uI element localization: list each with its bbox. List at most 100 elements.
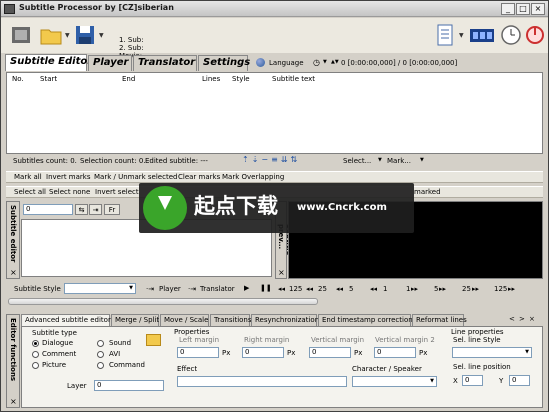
- grid-tools-icons[interactable]: ⇡⇣−≡⇊⇅: [242, 155, 300, 164]
- step-forward-25[interactable]: 25: [462, 285, 471, 293]
- translator-icon[interactable]: ·⇥: [188, 285, 196, 293]
- save-dropdown-icon[interactable]: ▼: [99, 32, 104, 39]
- type-avi-radio[interactable]: [97, 351, 104, 358]
- close-button[interactable]: ×: [531, 3, 545, 15]
- player-button[interactable]: Player: [159, 285, 181, 293]
- step-forward-125-icon[interactable]: ▸▸: [508, 285, 515, 293]
- open-folder-icon[interactable]: [39, 23, 63, 47]
- step-back-125-icon[interactable]: ◂◂: [278, 285, 285, 293]
- position-x-input[interactable]: 0: [462, 375, 483, 386]
- step-forward-5-icon[interactable]: ▸▸: [439, 285, 446, 293]
- left-margin-input[interactable]: 0: [177, 347, 219, 358]
- list-dropdown-icon[interactable]: ▼: [459, 32, 464, 39]
- subtitle-grid[interactable]: No. Start End Lines Style Subtitle text: [6, 72, 543, 154]
- type-command-radio[interactable]: [97, 362, 104, 369]
- maximize-button[interactable]: □: [516, 3, 530, 15]
- type-comment-radio[interactable]: [32, 351, 39, 358]
- fr-button[interactable]: Fr: [104, 204, 120, 215]
- step-back-25[interactable]: 25: [318, 285, 327, 293]
- timeline-scrollbar[interactable]: [6, 297, 543, 307]
- mark-unmark-selected-button[interactable]: Mark / Unmark selected: [94, 173, 177, 181]
- select-dropdown-icon[interactable]: ▼: [378, 157, 382, 163]
- select-none-button[interactable]: Select none: [49, 188, 90, 196]
- tabs-close-icon[interactable]: ×: [529, 315, 535, 323]
- tab-settings[interactable]: Settings: [198, 55, 250, 71]
- tab-subtitle-editor[interactable]: Subtitle Editor: [5, 54, 92, 71]
- step-forward-1-icon[interactable]: ▸▸: [411, 285, 418, 293]
- power-icon[interactable]: [523, 23, 547, 47]
- step-back-1[interactable]: 1: [383, 285, 387, 293]
- position-y-input[interactable]: 0: [509, 375, 530, 386]
- frame-forward-icon[interactable]: ⇥: [89, 204, 102, 215]
- subtitle-style-select[interactable]: ▼: [64, 283, 136, 294]
- tab-end-timestamp-corrections[interactable]: End timestamp corrections: [318, 314, 416, 326]
- layer-input[interactable]: 0: [94, 380, 164, 391]
- tab-translator[interactable]: Translator: [133, 55, 197, 71]
- tab-reformat-lines[interactable]: Reformat lines: [412, 314, 467, 326]
- mark-overlapping-button[interactable]: Mark Overlapping: [222, 173, 284, 181]
- col-end[interactable]: End: [122, 73, 135, 85]
- step-back-125[interactable]: 125: [289, 285, 302, 293]
- step-back-5-icon[interactable]: ◂◂: [336, 285, 343, 293]
- close-functions-icon[interactable]: ×: [10, 397, 17, 406]
- open-dropdown-icon[interactable]: ▼: [65, 32, 70, 39]
- close-editor-icon[interactable]: ×: [10, 268, 17, 277]
- step-forward-1[interactable]: 1: [406, 285, 410, 293]
- invert-marks-button[interactable]: Invert marks: [46, 173, 91, 181]
- effect-input[interactable]: [177, 376, 347, 387]
- tab-advanced-subtitle-editor[interactable]: Advanced subtitle editor: [21, 314, 111, 326]
- frame-back-icon[interactable]: ⇆: [75, 204, 88, 215]
- clock-icon[interactable]: [499, 23, 523, 47]
- close-preview-icon[interactable]: ×: [278, 268, 285, 277]
- step-back-1-icon[interactable]: ◂◂: [370, 285, 377, 293]
- vertical-margin-input[interactable]: 0: [309, 347, 351, 358]
- film-strip-icon[interactable]: [469, 23, 495, 47]
- mark-menu[interactable]: Mark...: [387, 157, 411, 165]
- mark-dropdown-icon[interactable]: ▼: [420, 157, 424, 163]
- player-icon[interactable]: ·⇥: [146, 285, 154, 293]
- mark-all-button[interactable]: Mark all: [14, 173, 42, 181]
- pause-icon[interactable]: ❚❚: [260, 284, 272, 292]
- col-subtitle-text[interactable]: Subtitle text: [272, 73, 315, 85]
- language-button[interactable]: Language: [269, 59, 304, 67]
- tab-player[interactable]: Player: [88, 55, 132, 71]
- timer-dropdown-icon[interactable]: ▼: [323, 59, 327, 65]
- tab-scroll-right-icon[interactable]: >: [519, 315, 525, 323]
- tools-icon[interactable]: [9, 23, 33, 47]
- tab-resynchronization[interactable]: Resynchronization: [251, 314, 319, 326]
- timer-icon[interactable]: ◷: [313, 58, 320, 67]
- step-back-25-icon[interactable]: ◂◂: [306, 285, 313, 293]
- open-picture-icon[interactable]: [146, 334, 161, 346]
- right-margin-input[interactable]: 0: [242, 347, 284, 358]
- minimize-button[interactable]: _: [501, 3, 515, 15]
- save-icon[interactable]: [73, 23, 97, 47]
- invert-select-button[interactable]: Invert select: [95, 188, 139, 196]
- type-sound-radio[interactable]: [97, 340, 104, 347]
- step-forward-125[interactable]: 125: [494, 285, 507, 293]
- col-style[interactable]: Style: [232, 73, 250, 85]
- play-icon[interactable]: ▶: [244, 284, 249, 292]
- step-forward-5[interactable]: 5: [434, 285, 438, 293]
- select-all-button[interactable]: Select all: [14, 188, 46, 196]
- type-picture-radio[interactable]: [32, 362, 39, 369]
- vertical-margin2-input[interactable]: 0: [374, 347, 416, 358]
- select-menu[interactable]: Select...: [343, 157, 371, 165]
- col-lines[interactable]: Lines: [202, 73, 220, 85]
- frame-input[interactable]: 0: [23, 204, 73, 215]
- document-list-icon[interactable]: [433, 23, 457, 47]
- type-dialogue-radio[interactable]: [32, 340, 39, 347]
- timeline-scroll-thumb[interactable]: [8, 298, 318, 305]
- translator-button[interactable]: Translator: [200, 285, 235, 293]
- spin-icon[interactable]: ▲▼: [331, 59, 339, 65]
- col-no[interactable]: No.: [12, 73, 24, 85]
- clear-marks-button[interactable]: Clear marks: [178, 173, 220, 181]
- tab-transitions[interactable]: Transitions: [210, 314, 252, 326]
- tab-merge-split[interactable]: Merge / Split: [111, 314, 159, 326]
- character-speaker-select[interactable]: ▼: [352, 376, 437, 387]
- tab-scroll-left-icon[interactable]: <: [509, 315, 515, 323]
- sel-line-style-select[interactable]: ▼: [452, 347, 532, 358]
- step-back-5[interactable]: 5: [349, 285, 353, 293]
- tab-move-scale[interactable]: Move / Scale: [160, 314, 209, 326]
- step-forward-25-icon[interactable]: ▸▸: [472, 285, 479, 293]
- select-marked-button[interactable]: marked: [414, 188, 441, 196]
